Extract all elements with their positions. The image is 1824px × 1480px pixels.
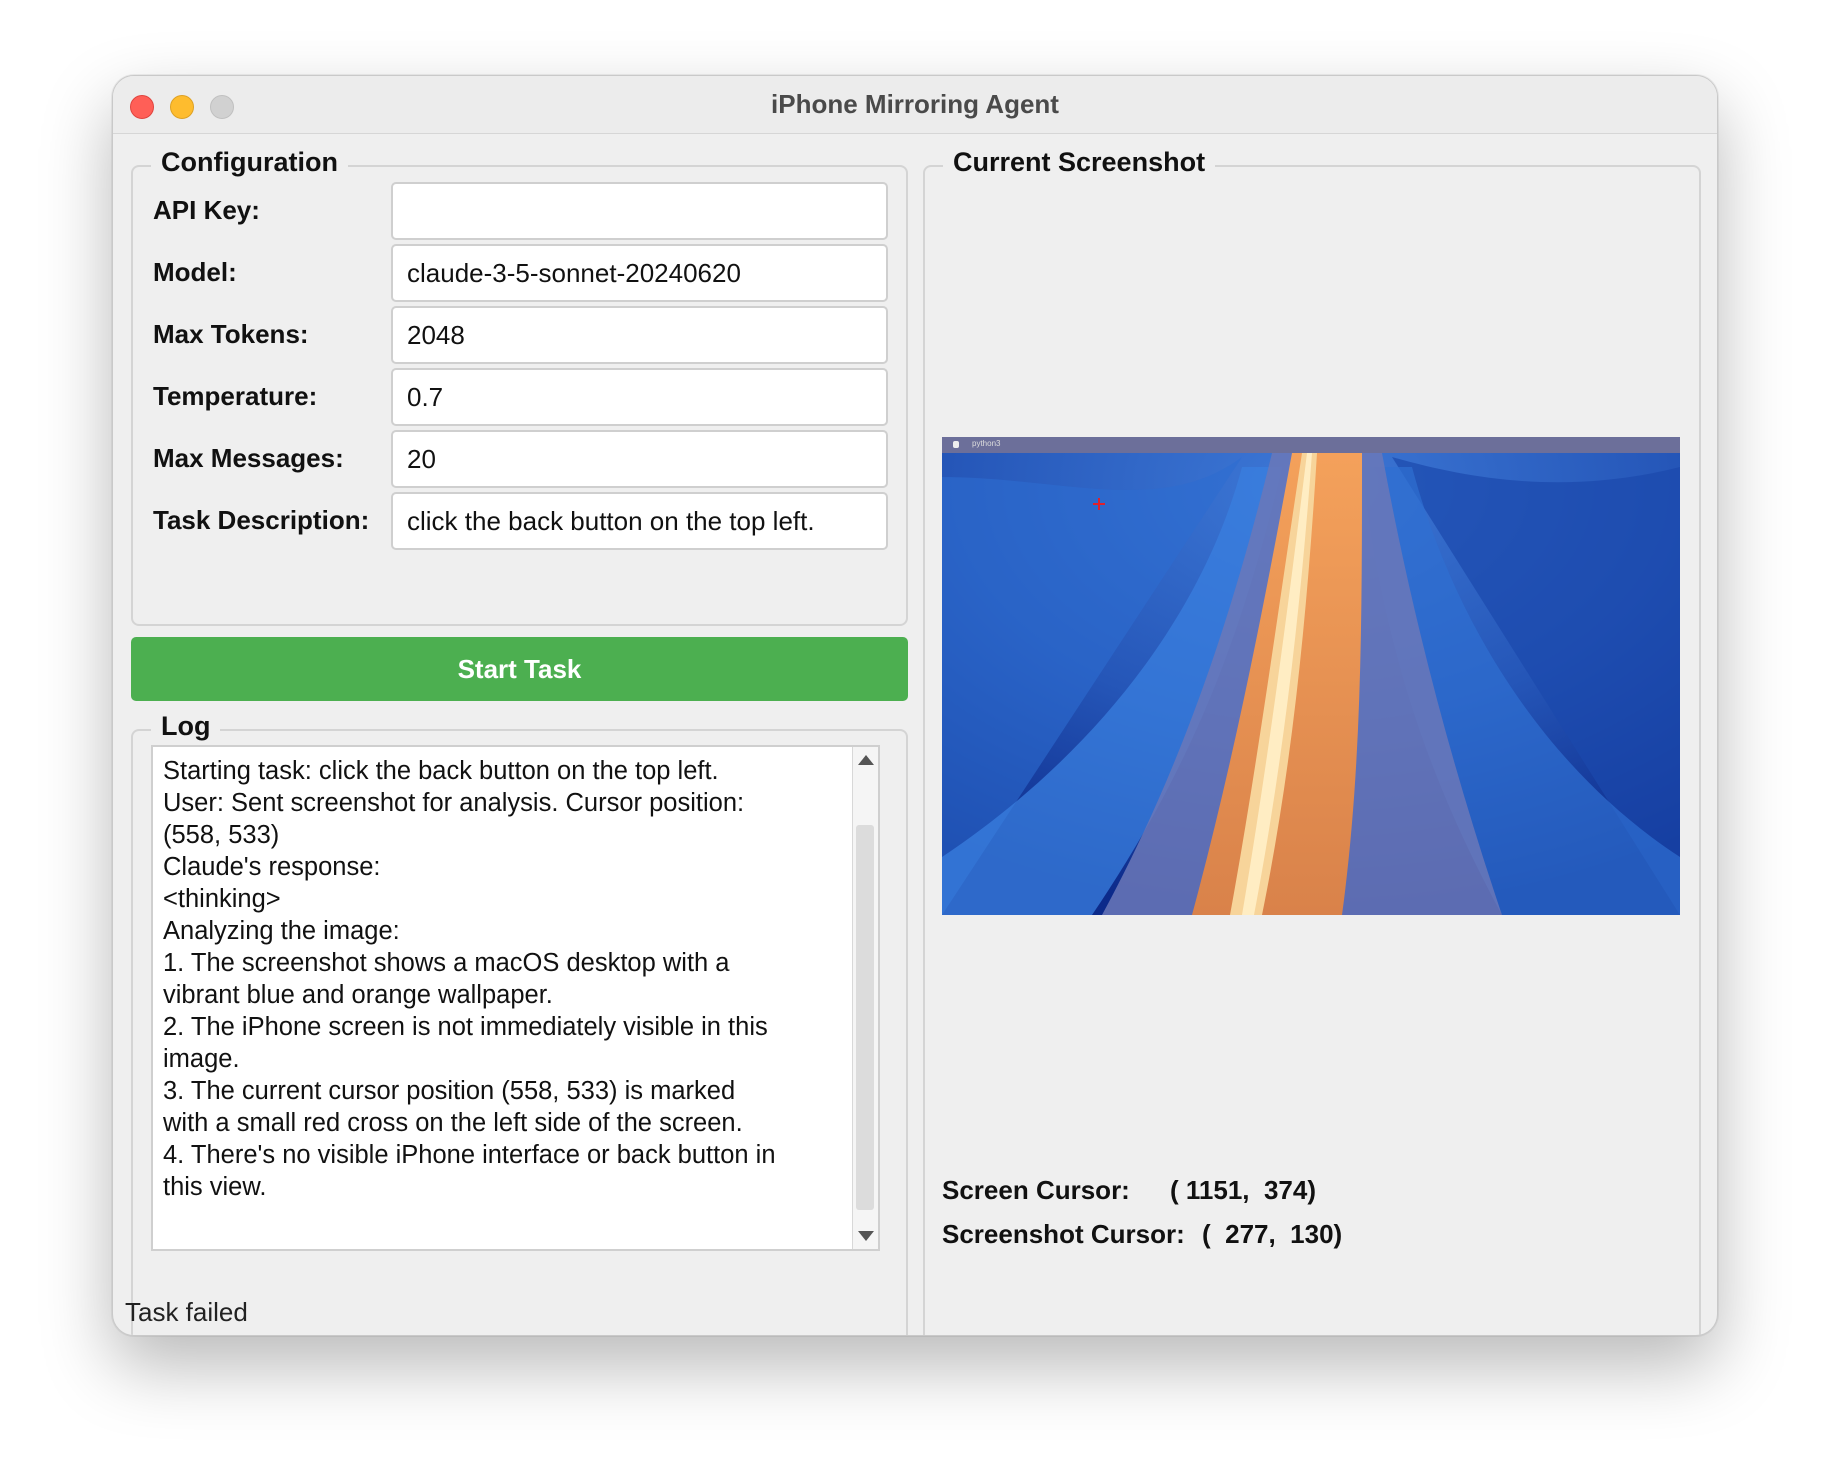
log-line: 3. The current cursor position (558, 533… (163, 1077, 736, 1105)
menubar-app-name: python3 (972, 439, 1001, 448)
screenshot-image: python3 (942, 437, 1680, 915)
log-scrollbar[interactable] (852, 747, 878, 1249)
max-tokens-input[interactable] (391, 306, 888, 364)
log-text-area[interactable]: Starting task: click the back button on … (151, 745, 880, 1251)
log-line: 2. The iPhone screen is not immediately … (163, 1013, 768, 1041)
scroll-up-arrow-icon[interactable] (858, 755, 874, 765)
log-line: Starting task: click the back button on … (163, 757, 719, 785)
scroll-down-arrow-icon[interactable] (858, 1231, 874, 1241)
model-label: Model: (153, 257, 237, 287)
log-line: vibrant blue and orange wallpaper. (163, 981, 553, 1009)
configuration-title: Configuration (151, 147, 348, 178)
log-line: 4. There's no visible iPhone interface o… (163, 1141, 776, 1169)
screen-cursor-value: ( 1151, 374) (1170, 1175, 1316, 1205)
status-bar: Task failed (125, 1297, 248, 1327)
max-tokens-label: Max Tokens: (153, 319, 309, 349)
wallpaper-image (942, 437, 1680, 915)
title-bar: iPhone Mirroring Agent (113, 76, 1717, 134)
screenshot-cursor-value: ( 277, 130) (1202, 1219, 1343, 1249)
app-window: iPhone Mirroring Agent Configuration API… (112, 75, 1718, 1336)
log-line: 1. The screenshot shows a macOS desktop … (163, 949, 730, 977)
current-screenshot-title: Current Screenshot (943, 147, 1216, 178)
log-line: Analyzing the image: (163, 917, 400, 945)
current-screenshot-group: Current Screenshot python3 Screen Cursor… (923, 147, 1701, 1335)
api-key-input[interactable] (391, 182, 888, 240)
apple-icon (953, 441, 959, 448)
task-description-input[interactable] (391, 492, 888, 550)
screen-cursor-label: Screen Cursor: (942, 1175, 1130, 1205)
temperature-label: Temperature: (153, 381, 318, 411)
log-line: this view. (163, 1173, 267, 1201)
max-messages-input[interactable] (391, 430, 888, 488)
log-line: image. (163, 1045, 240, 1073)
max-messages-label: Max Messages: (153, 443, 344, 473)
log-line: with a small red cross on the left side … (163, 1109, 743, 1137)
log-line: (558, 533) (163, 821, 280, 849)
screen-cursor-row: Screen Cursor: ( 1151, 374) (942, 1175, 1316, 1206)
log-title: Log (151, 711, 221, 742)
task-description-label: Task Description: (153, 505, 370, 535)
log-content: Starting task: click the back button on … (163, 755, 833, 1203)
scrollbar-thumb[interactable] (856, 825, 874, 1210)
screenshot-menubar: python3 (942, 437, 1680, 453)
log-line: User: Sent screenshot for analysis. Curs… (163, 789, 745, 817)
api-key-label: API Key: (153, 195, 260, 225)
log-line: Claude's response: (163, 853, 381, 881)
screenshot-cursor-label: Screenshot Cursor: (942, 1219, 1185, 1249)
window-title: iPhone Mirroring Agent (771, 89, 1059, 119)
configuration-group: Configuration API Key: Model: Max Tokens… (131, 147, 908, 626)
log-group: Log Starting task: click the back button… (131, 711, 908, 1335)
screenshot-cursor-row: Screenshot Cursor: ( 277, 130) (942, 1219, 1342, 1250)
temperature-input[interactable] (391, 368, 888, 426)
model-input[interactable] (391, 244, 888, 302)
log-line: <thinking> (163, 885, 281, 913)
start-task-button[interactable]: Start Task (131, 637, 908, 701)
cursor-marker-icon (1093, 498, 1105, 510)
